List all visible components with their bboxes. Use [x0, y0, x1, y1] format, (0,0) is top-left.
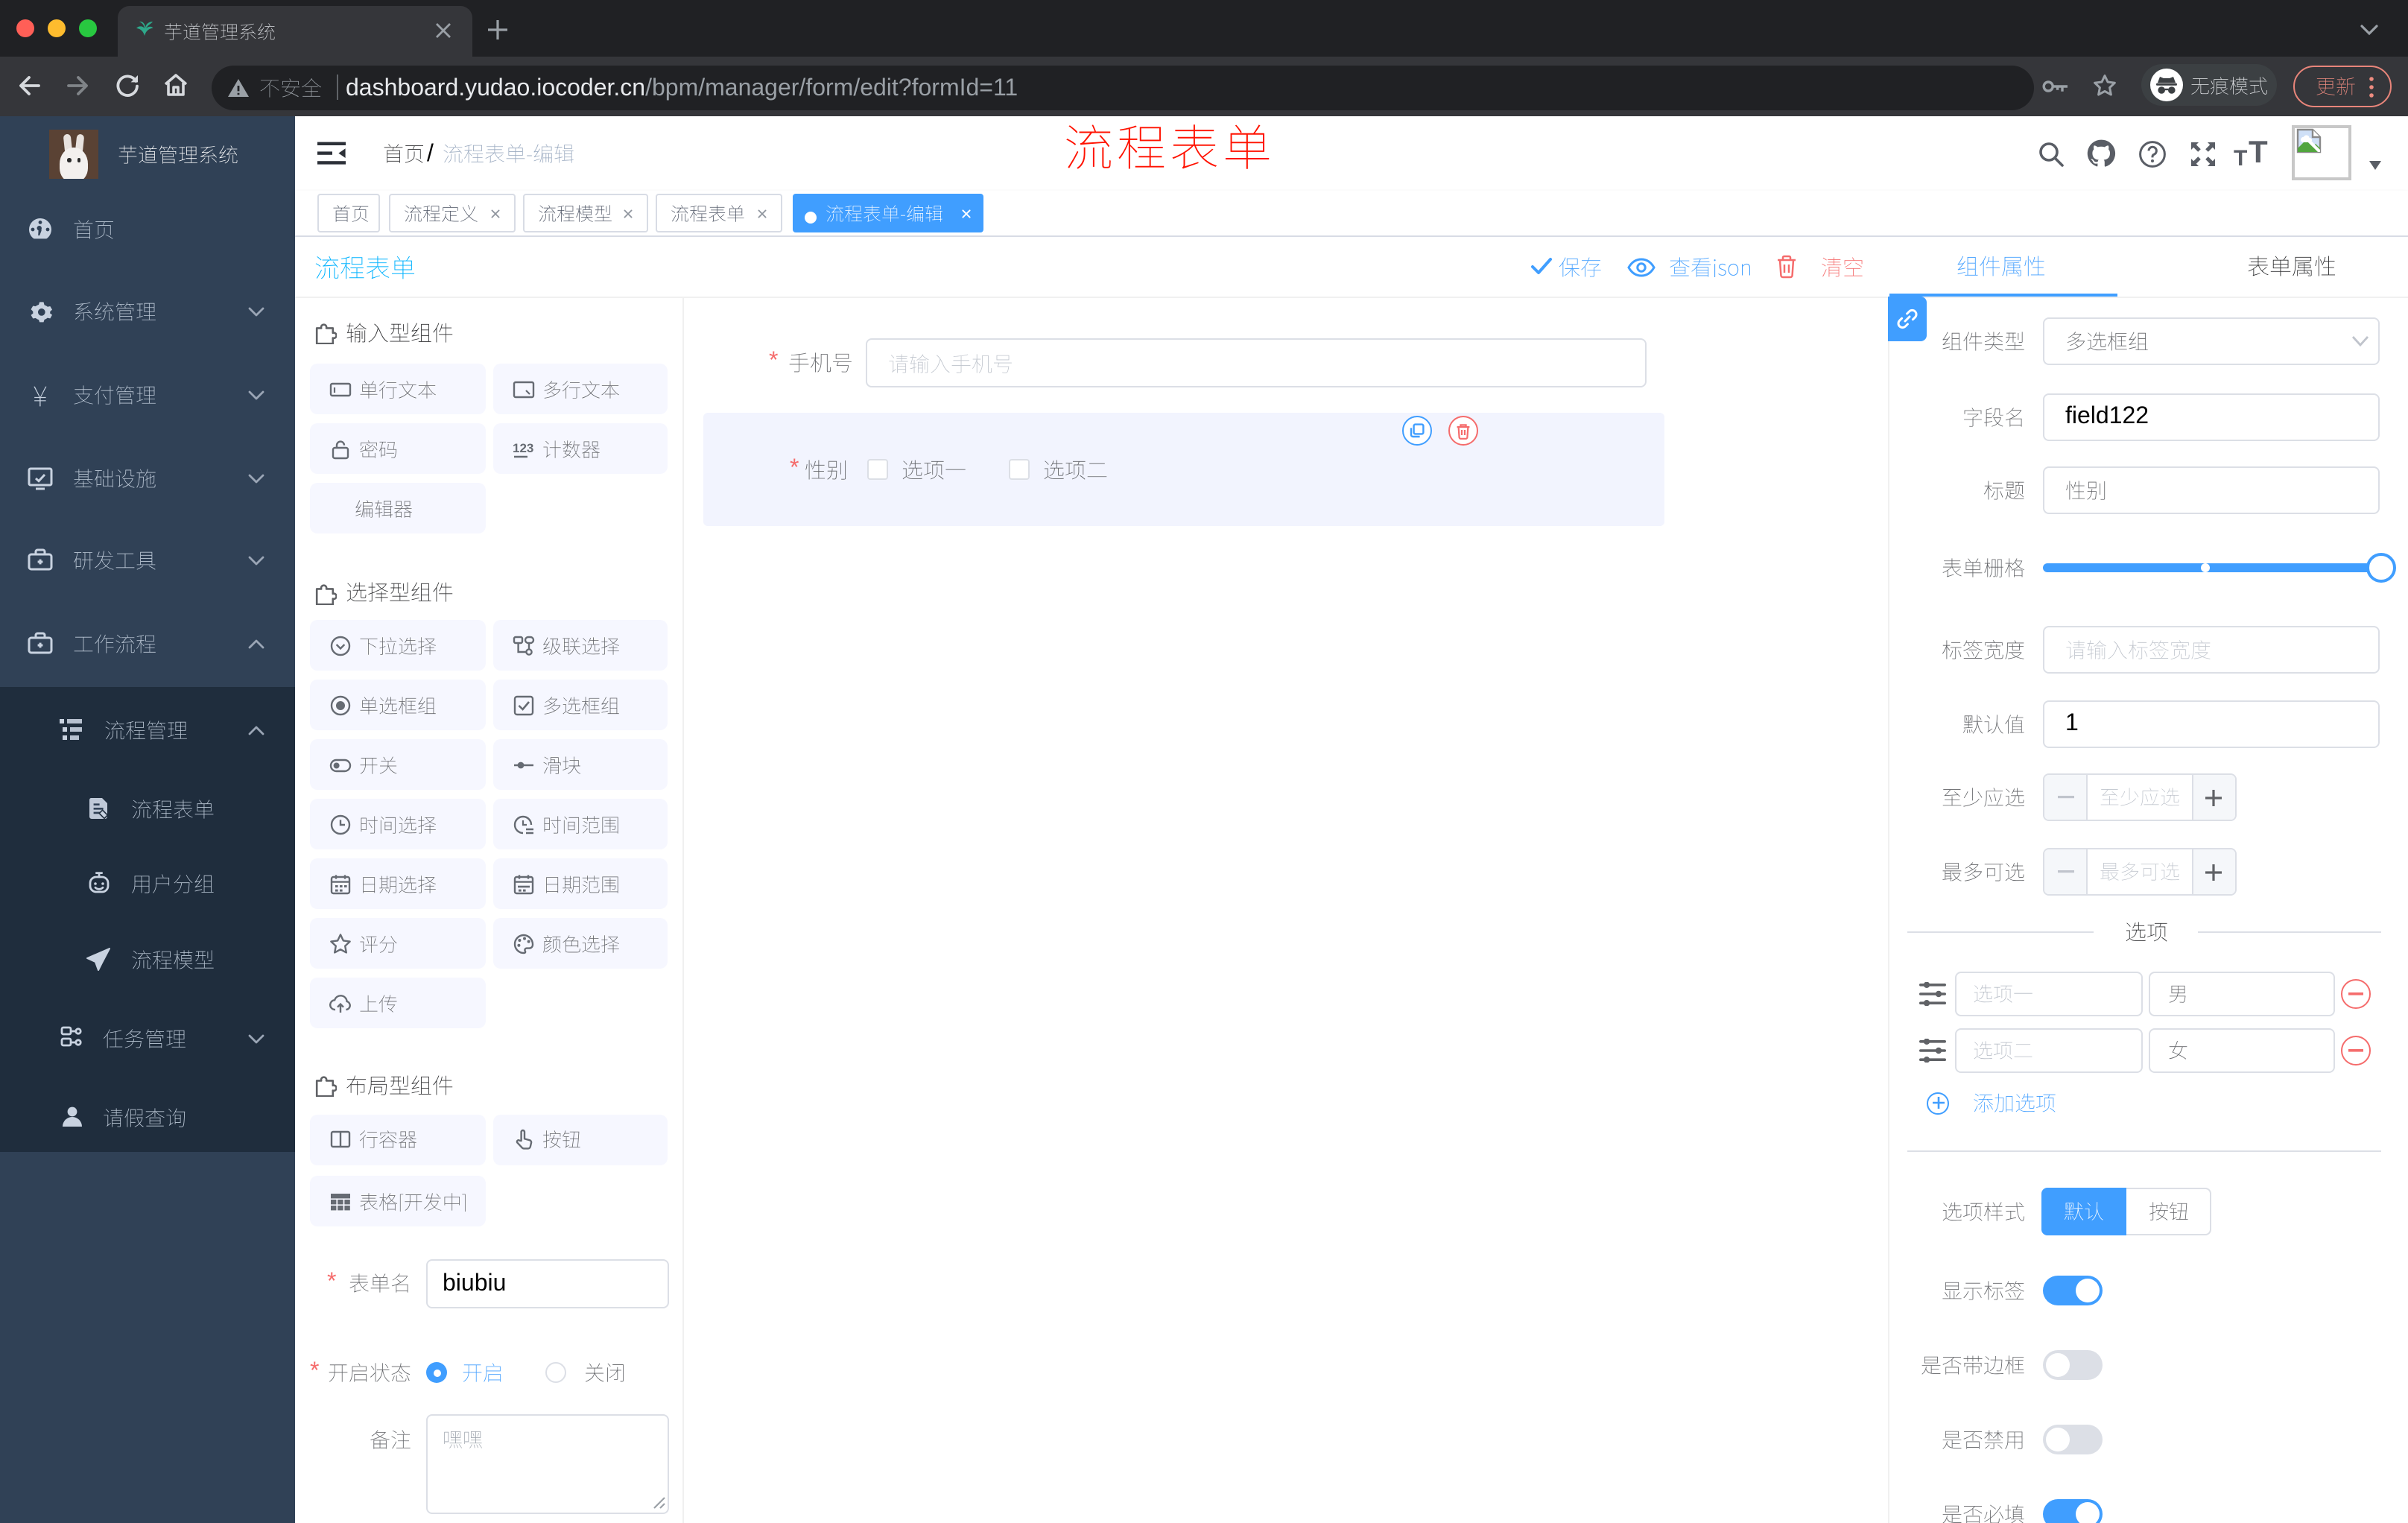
svg-text:123: 123	[512, 440, 533, 455]
